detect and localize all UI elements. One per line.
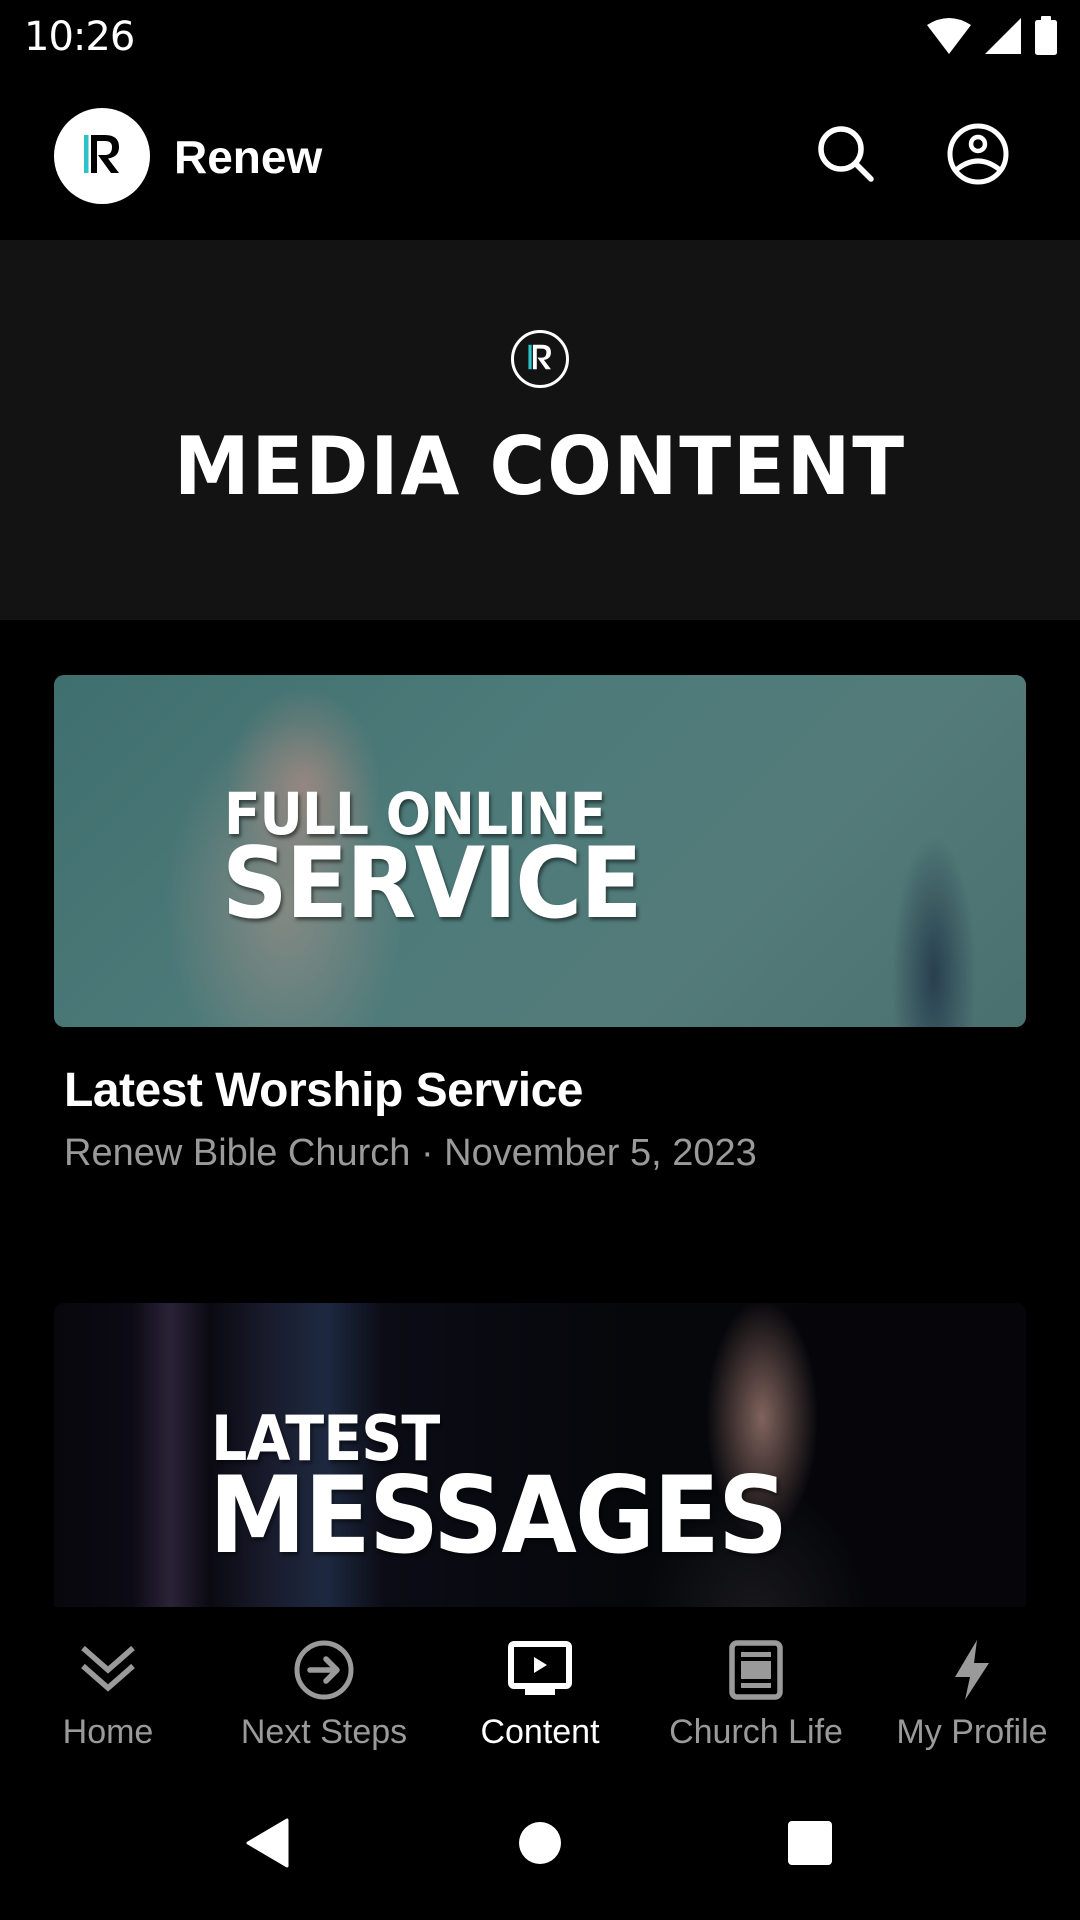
arrow-right-circle-icon <box>291 1637 357 1703</box>
document-icon <box>723 1637 789 1703</box>
status-bar: 10:26 <box>0 0 1080 72</box>
app-title: Renew <box>174 131 323 183</box>
media-thumbnail[interactable]: LATEST MESSAGES <box>54 1303 1026 1607</box>
search-button[interactable] <box>810 120 882 192</box>
page-title: MEDIA CONTENT <box>173 420 907 513</box>
nav-item-next-steps[interactable]: Next Steps <box>216 1607 432 1770</box>
status-icons <box>926 16 1058 56</box>
back-triangle-icon <box>245 1818 291 1873</box>
nav-label: Church Life <box>669 1713 843 1751</box>
wifi-icon <box>926 17 972 55</box>
nav-item-content[interactable]: Content <box>432 1607 648 1770</box>
battery-icon <box>1034 16 1058 56</box>
media-card-meta: Renew Bible Church · November 5, 2023 <box>64 1132 757 1174</box>
double-chevron-down-icon <box>75 1637 141 1703</box>
nav-item-church-life[interactable]: Church Life <box>648 1607 864 1770</box>
status-time: 10:26 <box>24 14 135 60</box>
account-circle-icon <box>946 122 1010 191</box>
home-circle-icon <box>517 1820 563 1871</box>
app-logo[interactable] <box>54 108 150 204</box>
content-scroll-area[interactable]: MEDIA CONTENT FULL ONLINE SERVICE Latest… <box>0 240 1080 1607</box>
hero-banner: MEDIA CONTENT <box>0 240 1080 620</box>
nav-item-my-profile[interactable]: My Profile <box>864 1607 1080 1770</box>
media-card[interactable]: FULL ONLINE SERVICE Latest Worship Servi… <box>54 675 1026 1175</box>
system-back-button[interactable] <box>228 1805 308 1885</box>
account-button[interactable] <box>942 120 1014 192</box>
system-navigation-bar <box>0 1770 1080 1920</box>
lightning-bolt-icon <box>939 1637 1005 1703</box>
system-home-button[interactable] <box>500 1805 580 1885</box>
renew-logo-icon <box>74 126 130 187</box>
bottom-navigation: Home Next Steps Content Church Life My P… <box>0 1607 1080 1770</box>
media-card-title[interactable]: Latest Worship Service <box>64 1063 1026 1118</box>
app-bar: Renew <box>0 72 1080 240</box>
nav-item-home[interactable]: Home <box>0 1607 216 1770</box>
media-thumbnail[interactable]: FULL ONLINE SERVICE <box>54 675 1026 1027</box>
search-icon <box>814 122 878 191</box>
nav-label: Content <box>480 1713 600 1751</box>
cellular-signal-icon <box>984 17 1022 55</box>
nav-label: Home <box>62 1713 154 1751</box>
renew-logo-icon <box>522 339 558 380</box>
thumbnail-text-line-2: SERVICE <box>222 827 643 941</box>
hero-logo <box>511 330 569 388</box>
system-recents-button[interactable] <box>770 1805 850 1885</box>
media-card[interactable]: LATEST MESSAGES <box>54 1303 1026 1607</box>
thumbnail-text-line-2: MESSAGES <box>209 1454 788 1577</box>
nav-label: Next Steps <box>240 1713 408 1751</box>
recents-square-icon <box>787 1820 833 1871</box>
nav-label: My Profile <box>896 1713 1048 1751</box>
play-tv-icon <box>507 1637 573 1703</box>
